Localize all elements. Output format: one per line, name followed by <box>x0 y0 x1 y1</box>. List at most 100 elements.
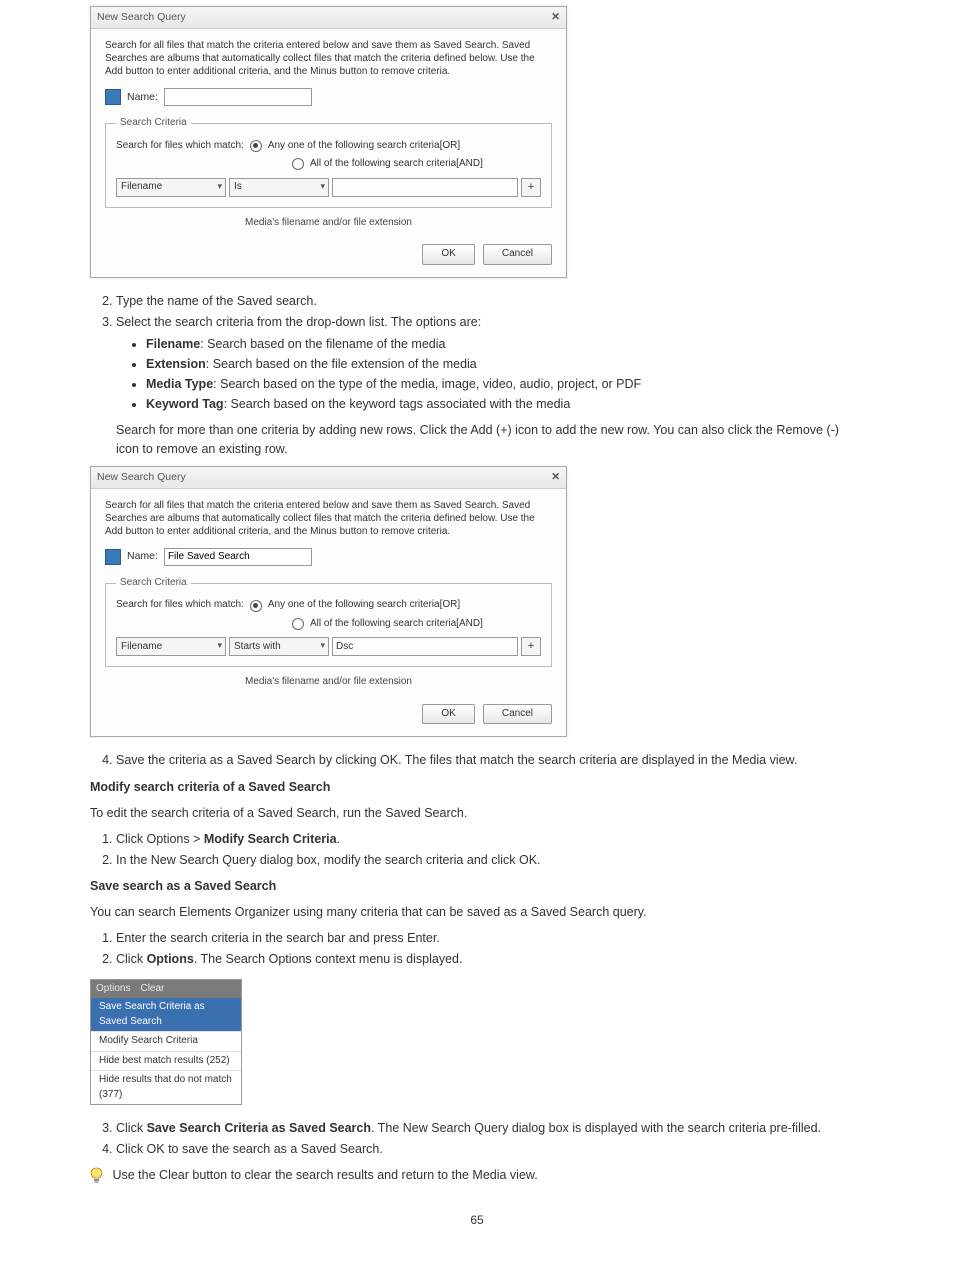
bullet-filename-desc: : Search based on the filename of the me… <box>200 337 445 351</box>
save-intro: You can search Elements Organizer using … <box>90 903 864 921</box>
fieldset-legend: Search Criteria <box>116 576 191 591</box>
add-criteria-button[interactable]: + <box>521 178 541 197</box>
criteria-field-select[interactable]: Filename <box>116 637 226 656</box>
match-and-row: All of the following search criteria[AND… <box>116 617 541 632</box>
save-step-2c: . The Search Options context menu is dis… <box>194 952 463 966</box>
clear-header-label[interactable]: Clear <box>140 982 164 997</box>
match-label-row: Search for files which match: Any one of… <box>116 598 541 613</box>
close-icon[interactable]: ✕ <box>551 470 560 485</box>
step-4: Save the criteria as a Saved Search by c… <box>116 751 864 769</box>
name-label: Name: <box>127 549 158 564</box>
criteria-field-select[interactable]: Filename <box>116 178 226 197</box>
bullet-extension-label: Extension <box>146 357 206 371</box>
criteria-value-input[interactable]: Dsc <box>332 637 518 656</box>
option-and-label: All of the following search criteria[AND… <box>310 617 483 632</box>
option-and-label: All of the following search criteria[AND… <box>310 157 483 172</box>
dialog-description: Search for all files that match the crit… <box>105 39 552 78</box>
dialog-titlebar: New Search Query ✕ <box>91 467 566 489</box>
save-step-4: Click OK to save the search as a Saved S… <box>116 1140 864 1158</box>
name-input[interactable] <box>164 548 312 566</box>
tip-text: Use the Clear button to clear the search… <box>112 1168 537 1182</box>
heading-save: Save search as a Saved Search <box>90 877 864 895</box>
step-3: Select the search criteria from the drop… <box>116 313 864 458</box>
save-steps-cont: Click Save Search Criteria as Saved Sear… <box>116 1119 864 1158</box>
dialog-body: Search for all files that match the crit… <box>91 29 566 277</box>
add-criteria-button[interactable]: + <box>521 637 541 656</box>
save-step-2b: Options <box>143 952 194 966</box>
save-step-3c: . The New Search Query dialog box is dis… <box>371 1121 821 1135</box>
save-step-1: Enter the search criteria in the search … <box>116 929 864 947</box>
radio-and[interactable] <box>292 158 304 170</box>
menu-item-save-search[interactable]: Save Search Criteria as Saved Search <box>91 998 241 1032</box>
steps-list: Type the name of the Saved search. Selec… <box>116 292 864 458</box>
save-step-3: Click Save Search Criteria as Saved Sear… <box>116 1119 864 1137</box>
cancel-button[interactable]: Cancel <box>483 244 552 265</box>
dialog-buttons: OK Cancel <box>105 244 552 265</box>
match-label-row: Search for files which match: Any one of… <box>116 139 541 154</box>
step-3-after: Search for more than one criteria by add… <box>116 421 864 457</box>
modify-step-2: In the New Search Query dialog box, modi… <box>116 851 864 869</box>
name-input[interactable] <box>164 88 312 106</box>
modify-intro: To edit the search criteria of a Saved S… <box>90 804 864 822</box>
search-criteria-fieldset: Search Criteria Search for files which m… <box>105 576 552 668</box>
modify-steps: Click Options > Modify Search Criteria. … <box>116 830 864 869</box>
options-menu-header: Options Clear <box>91 980 241 999</box>
name-row: Name: <box>105 548 552 566</box>
criteria-value-input[interactable] <box>332 178 518 197</box>
options-header-label[interactable]: Options <box>96 982 130 997</box>
search-criteria-fieldset: Search Criteria Search for files which m… <box>105 116 552 208</box>
save-step-2: Click Options. The Search Options contex… <box>116 950 864 968</box>
save-step-2a: Click <box>116 952 143 966</box>
close-icon[interactable]: ✕ <box>551 10 560 25</box>
dialog-body: Search for all files that match the crit… <box>91 489 566 737</box>
dialog-title: New Search Query <box>97 470 186 485</box>
option-or-label: Any one of the following search criteria… <box>268 598 460 613</box>
new-search-query-dialog-1: New Search Query ✕ Search for all files … <box>90 6 567 278</box>
dialog-description: Search for all files that match the crit… <box>105 499 552 538</box>
criteria-row: Filename Is + <box>116 178 541 197</box>
bullet-filename: Filename: Search based on the filename o… <box>146 335 864 353</box>
save-steps: Enter the search criteria in the search … <box>116 929 864 968</box>
cancel-button[interactable]: Cancel <box>483 704 552 725</box>
menu-item-hide-best[interactable]: Hide best match results (252) <box>91 1052 241 1072</box>
modify-step-1a: Click Options > <box>116 832 200 846</box>
match-label: Search for files which match: <box>116 598 244 613</box>
criteria-operator-select[interactable]: Is <box>229 178 329 197</box>
option-or-label: Any one of the following search criteria… <box>268 139 460 154</box>
criteria-hint: Media's filename and/or file extension <box>105 216 552 231</box>
bullet-mediatype-label: Media Type <box>146 377 213 391</box>
search-options-menu: Options Clear Save Search Criteria as Sa… <box>90 979 242 1106</box>
radio-or[interactable] <box>250 140 262 152</box>
dialog-titlebar: New Search Query ✕ <box>91 7 566 29</box>
bullet-mediatype: Media Type: Search based on the type of … <box>146 375 864 393</box>
radio-or[interactable] <box>250 600 262 612</box>
dialog-title: New Search Query <box>97 10 186 25</box>
new-search-query-dialog-2: New Search Query ✕ Search for all files … <box>90 466 567 738</box>
criteria-operator-select[interactable]: Starts with <box>229 637 329 656</box>
ok-button[interactable]: OK <box>422 244 474 265</box>
bullet-extension-desc: : Search based on the file extension of … <box>206 357 477 371</box>
saved-search-icon <box>105 89 121 105</box>
tip-row: Use the Clear button to clear the search… <box>90 1166 864 1185</box>
criteria-row: Filename Starts with Dsc + <box>116 637 541 656</box>
modify-step-1c: . <box>337 832 340 846</box>
bullet-extension: Extension: Search based on the file exte… <box>146 355 864 373</box>
modify-step-1: Click Options > Modify Search Criteria. <box>116 830 864 848</box>
name-row: Name: <box>105 88 552 106</box>
match-and-row: All of the following search criteria[AND… <box>116 157 541 172</box>
radio-and[interactable] <box>292 618 304 630</box>
name-label: Name: <box>127 90 158 105</box>
fieldset-legend: Search Criteria <box>116 116 191 131</box>
menu-item-modify-search[interactable]: Modify Search Criteria <box>91 1032 241 1052</box>
bullet-mediatype-desc: : Search based on the type of the media,… <box>213 377 641 391</box>
bullet-filename-label: Filename <box>146 337 200 351</box>
dialog-buttons: OK Cancel <box>105 704 552 725</box>
match-label: Search for files which match: <box>116 139 244 154</box>
saved-search-icon <box>105 549 121 565</box>
ok-button[interactable]: OK <box>422 704 474 725</box>
lightbulb-icon <box>90 1167 103 1185</box>
menu-item-hide-nomatch[interactable]: Hide results that do not match (377) <box>91 1071 241 1104</box>
save-step-3b: Save Search Criteria as Saved Search <box>143 1121 371 1135</box>
criteria-hint: Media's filename and/or file extension <box>105 675 552 690</box>
steps-list-cont: Save the criteria as a Saved Search by c… <box>116 751 864 769</box>
